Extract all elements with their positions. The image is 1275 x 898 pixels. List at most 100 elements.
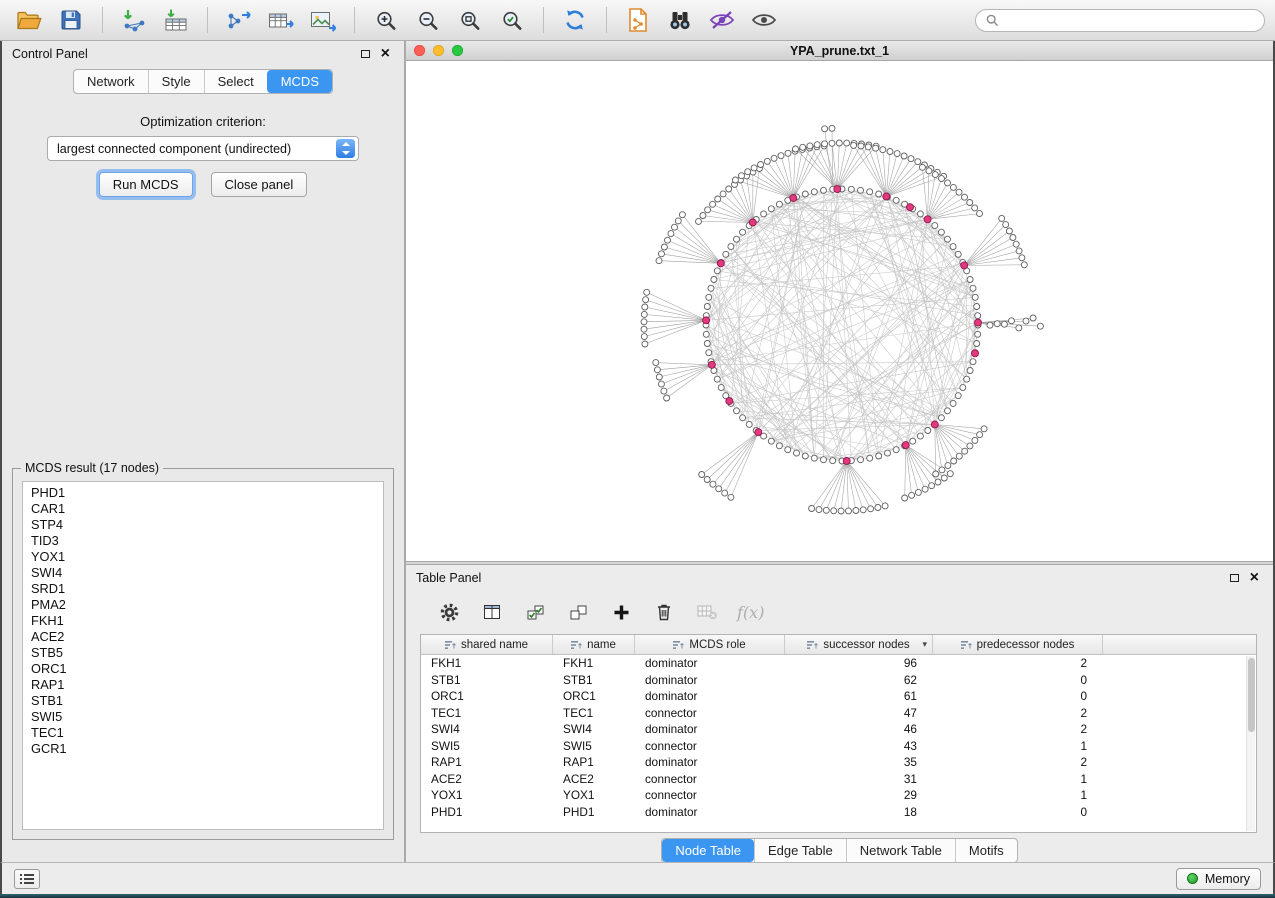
table-panel: Table Panel × <box>406 565 1273 863</box>
mcds-result-item[interactable]: STB5 <box>23 645 383 661</box>
select-all-button[interactable] <box>522 599 548 625</box>
zoom-selected-button[interactable] <box>493 4 531 36</box>
search-field[interactable] <box>975 9 1265 32</box>
column-header-shared-name[interactable]: shared name <box>421 635 553 654</box>
table-row[interactable]: RAP1RAP1dominator352 <box>421 754 1256 771</box>
show-panels-button[interactable] <box>14 869 40 889</box>
mcds-result-item[interactable]: GCR1 <box>23 741 383 757</box>
mcds-result-item[interactable]: ORC1 <box>23 661 383 677</box>
tab-select[interactable]: Select <box>204 70 267 93</box>
tab-mcds[interactable]: MCDS <box>267 70 332 93</box>
scrollbar-thumb[interactable] <box>1248 658 1255 732</box>
close-panel-icon[interactable]: × <box>381 46 390 62</box>
zoom-in-button[interactable] <box>367 4 405 36</box>
mcds-result-item[interactable]: SWI5 <box>23 709 383 725</box>
sort-icon <box>807 640 818 650</box>
network-graph <box>406 61 1273 561</box>
save-icon <box>59 8 83 32</box>
toolbar-separator <box>606 7 607 33</box>
mcds-result-item[interactable]: RAP1 <box>23 677 383 693</box>
create-column-button[interactable] <box>608 599 634 625</box>
table-cell: 0 <box>933 805 1103 819</box>
table-cell: SWI4 <box>421 722 553 736</box>
memory-button[interactable]: Memory <box>1176 868 1261 890</box>
mcds-result-item[interactable]: STB1 <box>23 693 383 709</box>
table-row[interactable]: STB1STB1dominator620 <box>421 672 1256 689</box>
delete-table-button[interactable] <box>694 599 720 625</box>
float-panel-icon[interactable] <box>361 50 370 58</box>
tab-style[interactable]: Style <box>148 70 204 93</box>
network-canvas[interactable] <box>406 61 1273 561</box>
mcds-result-item[interactable]: TEC1 <box>23 725 383 741</box>
column-header-mcds-role[interactable]: MCDS role <box>635 635 785 654</box>
table-row[interactable]: YOX1YOX1connector291 <box>421 787 1256 804</box>
tab-network[interactable]: Network <box>74 70 148 93</box>
optimization-criterion-label: Optimization criterion: <box>2 114 404 129</box>
table-tab-network-table[interactable]: Network Table <box>846 839 955 862</box>
table-scrollbar[interactable] <box>1246 656 1255 831</box>
hide-selected-button[interactable] <box>703 4 741 36</box>
table-cell: YOX1 <box>553 788 635 802</box>
mcds-result-item[interactable]: PHD1 <box>23 485 383 501</box>
export-image-button[interactable] <box>304 4 342 36</box>
table-cell: connector <box>635 706 785 720</box>
open-session-button[interactable] <box>10 4 48 36</box>
import-table-file-button[interactable] <box>157 4 195 36</box>
gear-icon <box>439 602 460 623</box>
sort-icon <box>961 640 972 650</box>
export-table-button[interactable] <box>262 4 300 36</box>
first-neighbors-button[interactable] <box>661 4 699 36</box>
mcds-result-item[interactable]: ACE2 <box>23 629 383 645</box>
deselect-all-button[interactable] <box>565 599 591 625</box>
search-input[interactable] <box>1005 13 1254 27</box>
sort-caret-icon[interactable]: ▾ <box>922 639 927 650</box>
run-mcds-button[interactable]: Run MCDS <box>99 172 193 197</box>
column-header-name[interactable]: name <box>553 635 635 654</box>
mcds-result-item[interactable]: FKH1 <box>23 613 383 629</box>
function-builder-button[interactable]: f(x) <box>737 603 764 622</box>
mcds-result-item[interactable]: SRD1 <box>23 581 383 597</box>
table-row[interactable]: ACE2ACE2connector311 <box>421 771 1256 788</box>
table-settings-button[interactable] <box>436 599 462 625</box>
import-public-network-button[interactable] <box>619 4 657 36</box>
show-all-button[interactable] <box>745 4 783 36</box>
optimization-criterion-select[interactable]: largest connected component (undirected) <box>47 136 359 161</box>
network-title: YPA_prune.txt_1 <box>406 44 1273 58</box>
table-cell: ORC1 <box>553 689 635 703</box>
mcds-result-item[interactable]: YOX1 <box>23 549 383 565</box>
zoom-fit-button[interactable] <box>451 4 489 36</box>
table-cell: 2 <box>933 706 1103 720</box>
table-row[interactable]: PHD1PHD1dominator180 <box>421 804 1256 821</box>
float-table-panel-icon[interactable] <box>1230 574 1239 582</box>
table-toolbar: f(x) <box>406 590 1273 634</box>
table-row[interactable]: SWI4SWI4dominator462 <box>421 721 1256 738</box>
save-session-button[interactable] <box>52 4 90 36</box>
table-tab-node-table[interactable]: Node Table <box>662 839 754 862</box>
close-table-panel-icon[interactable]: × <box>1250 570 1259 586</box>
close-panel-button[interactable]: Close panel <box>211 172 308 197</box>
mcds-result-item[interactable]: CAR1 <box>23 501 383 517</box>
table-tab-edge-table[interactable]: Edge Table <box>754 839 846 862</box>
column-header-successor-nodes[interactable]: successor nodes▾ <box>785 635 933 654</box>
mcds-result-title: MCDS result (17 nodes) <box>21 461 163 475</box>
refresh-icon <box>562 7 588 33</box>
mcds-result-item[interactable]: TID3 <box>23 533 383 549</box>
mcds-result-item[interactable]: PMA2 <box>23 597 383 613</box>
table-row[interactable]: ORC1ORC1dominator610 <box>421 688 1256 705</box>
import-network-file-button[interactable] <box>115 4 153 36</box>
table-row[interactable]: FKH1FKH1dominator962 <box>421 655 1256 672</box>
delete-column-button[interactable] <box>651 599 677 625</box>
table-row[interactable]: SWI5SWI5connector431 <box>421 738 1256 755</box>
table-tab-motifs[interactable]: Motifs <box>955 839 1017 862</box>
mcds-result-item[interactable]: SWI4 <box>23 565 383 581</box>
column-header-predecessor-nodes[interactable]: predecessor nodes <box>933 635 1103 654</box>
zoom-out-button[interactable] <box>409 4 447 36</box>
export-network-button[interactable] <box>220 4 258 36</box>
network-view: YPA_prune.txt_1 <box>406 41 1273 561</box>
toolbar-separator <box>543 7 544 33</box>
refresh-view-button[interactable] <box>556 4 594 36</box>
mcds-result-item[interactable]: STP4 <box>23 517 383 533</box>
application-window: Control Panel × NetworkStyleSelectMCDS O… <box>0 0 1275 894</box>
show-column-button[interactable] <box>479 599 505 625</box>
table-row[interactable]: TEC1TEC1connector472 <box>421 705 1256 722</box>
